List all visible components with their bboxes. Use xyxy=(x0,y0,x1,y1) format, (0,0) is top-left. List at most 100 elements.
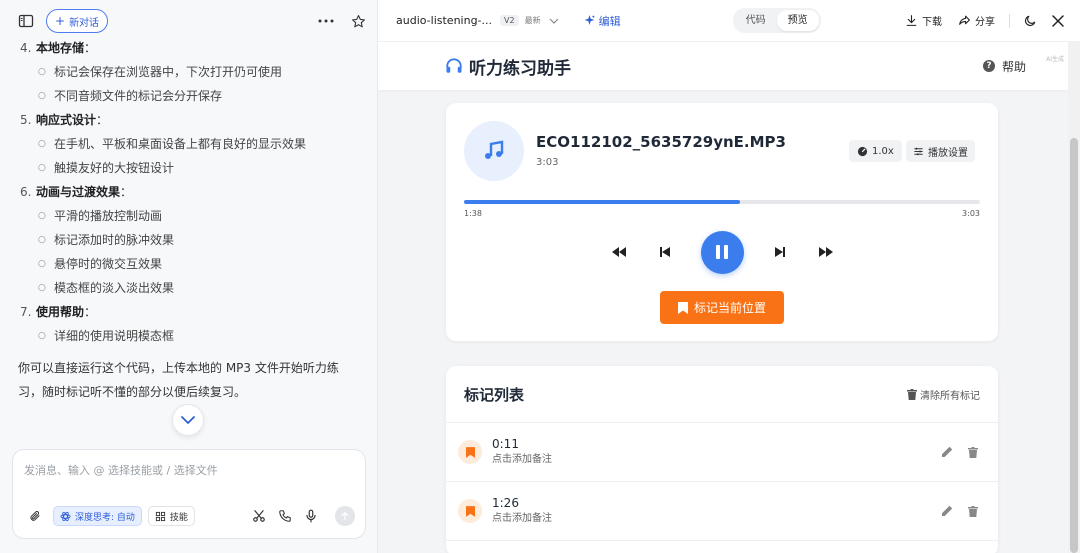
tab-preview[interactable]: 预览 xyxy=(776,10,819,31)
chevron-down-icon[interactable] xyxy=(549,18,559,24)
grid-icon xyxy=(155,511,165,521)
rewind-button[interactable] xyxy=(609,242,629,262)
mark-note[interactable]: 点击添加备注 xyxy=(492,452,928,468)
moon-icon[interactable] xyxy=(1022,13,1038,29)
message-composer[interactable]: 发消息、输入 @ 选择技能或 / 选择文件 深度思考: 自动 技能 xyxy=(12,449,366,539)
pencil-icon[interactable] xyxy=(940,504,954,518)
download-icon xyxy=(906,15,917,26)
list-subitem: ○ 悬停时的微交互效果 xyxy=(0,252,378,276)
trash-icon[interactable] xyxy=(966,445,980,459)
progress-bar[interactable] xyxy=(464,200,980,204)
mark-time[interactable]: 1:26 xyxy=(492,495,928,511)
current-time: 1:38 xyxy=(464,209,482,218)
help-label: 帮助 xyxy=(1001,59,1026,74)
previous-button[interactable] xyxy=(655,242,675,262)
close-icon[interactable] xyxy=(1050,13,1066,29)
mark-time[interactable]: 0:11 xyxy=(492,436,928,452)
playback-settings-button[interactable]: 播放设置 xyxy=(906,140,975,162)
list-subitem-text: 模态框的淡入淡出效果 xyxy=(54,281,175,295)
bullet-icon: ○ xyxy=(38,259,46,269)
share-button[interactable]: 分享 xyxy=(958,13,995,28)
edit-label: 编辑 xyxy=(598,14,621,28)
plus-icon: + xyxy=(55,14,66,28)
list-title: 使用帮助 xyxy=(36,305,85,319)
list-item: 5. 响应式设计： xyxy=(0,108,378,132)
skip-forward-icon xyxy=(774,247,785,257)
preview-scrollbar[interactable] xyxy=(1068,42,1080,553)
skip-back-icon xyxy=(659,247,670,257)
atom-icon xyxy=(60,511,71,521)
skill-label: 技能 xyxy=(169,512,188,523)
colon: ： xyxy=(84,41,97,55)
chat-panel: + 新对话 4. 本地存储： ○ 标记会保存在浏览器中，下次打开仍可使用 ○ 不同音频… xyxy=(0,0,378,553)
album-art xyxy=(464,121,524,181)
mark-info: 1:26 点击添加备注 xyxy=(492,495,928,527)
trash-icon xyxy=(907,388,917,400)
phone-icon[interactable] xyxy=(277,508,293,524)
fast-forward-button[interactable] xyxy=(816,242,836,262)
track-duration: 3:03 xyxy=(536,157,559,168)
list-number: 6. xyxy=(20,185,32,199)
list-title: 动画与过渡效果 xyxy=(36,185,121,199)
composer-toolbar: 深度思考: 自动 技能 xyxy=(23,505,355,527)
sparkle-icon xyxy=(584,15,595,25)
marks-header: 标记列表 清除所有标记 xyxy=(446,366,998,423)
list-subitem: ○ 模态框的淡入淡出效果 xyxy=(0,276,378,300)
scrollbar-thumb[interactable] xyxy=(1070,138,1078,553)
feature-list: 4. 本地存储： ○ 标记会保存在浏览器中，下次打开仍可使用 ○ 不同音频文件的标记会… xyxy=(0,36,378,348)
edit-button[interactable]: 编辑 xyxy=(583,13,621,29)
star-icon[interactable] xyxy=(349,12,367,30)
attach-button[interactable] xyxy=(23,506,47,526)
ai-generated-tag: AI生成 xyxy=(1046,56,1064,63)
new-chat-button[interactable]: + 新对话 xyxy=(46,9,109,33)
playback-controls xyxy=(446,230,998,274)
list-subitem-text: 悬停时的微交互效果 xyxy=(54,257,163,271)
file-name[interactable]: audio-listening-... xyxy=(396,14,492,27)
bullet-icon: ○ xyxy=(38,67,46,77)
composer-placeholder[interactable]: 发消息、输入 @ 选择技能或 / 选择文件 xyxy=(24,462,218,478)
app-window: + 新对话 4. 本地存储： ○ 标记会保存在浏览器中，下次打开仍可使用 ○ 不同音频… xyxy=(0,0,1080,553)
player-card: ECO112102_5635729ynE.MP3 3:03 1.0x 播放设置 … xyxy=(446,103,998,341)
mark-note[interactable]: 点击添加备注 xyxy=(492,511,928,527)
speed-button[interactable]: 1.0x xyxy=(849,140,902,162)
scroll-down-button[interactable] xyxy=(172,404,204,436)
message-paragraph: 你可以直接运行这个代码，上传本地的 MP3 文件开始听力练习，随时标记听不懂的部… xyxy=(18,361,339,399)
question-icon: ? xyxy=(982,60,995,72)
latest-label: 最新 xyxy=(524,16,541,25)
deep-think-label: 深度思考: 自动 xyxy=(75,512,135,523)
sidebar-toggle-icon[interactable] xyxy=(18,13,34,29)
send-button[interactable] xyxy=(335,506,355,526)
pencil-icon[interactable] xyxy=(940,445,954,459)
progress-fill xyxy=(464,200,741,204)
chevron-down-icon xyxy=(181,416,195,424)
bullet-icon: ○ xyxy=(38,235,46,245)
list-item: 7. 使用帮助： xyxy=(0,300,378,324)
trash-icon[interactable] xyxy=(966,504,980,518)
list-subitem-text: 触摸友好的大按钮设计 xyxy=(54,161,175,175)
arrow-up-icon xyxy=(341,512,349,520)
clear-marks-label: 清除所有标记 xyxy=(920,390,980,402)
pause-button[interactable] xyxy=(700,230,744,274)
clear-marks-button[interactable]: 清除所有标记 xyxy=(907,387,980,402)
scissors-icon[interactable] xyxy=(251,508,267,524)
preview-area: 听力练习助手 ? 帮助 AI生成 ECO112102_5635729ynE.MP… xyxy=(378,42,1068,553)
sliders-icon xyxy=(914,147,923,155)
list-subitem: ○ 在手机、平板和桌面设备上都有良好的显示效果 xyxy=(0,132,378,156)
marks-title: 标记列表 xyxy=(464,385,525,404)
mark-position-button[interactable]: 标记当前位置 xyxy=(660,291,784,324)
deep-think-toggle[interactable]: 深度思考: 自动 xyxy=(53,506,142,526)
artifact-panel: audio-listening-... V2 最新 编辑 代码 预览 下载 分享 xyxy=(378,0,1080,553)
mark-row[interactable]: 1:26 点击添加备注 xyxy=(446,482,998,541)
next-button[interactable] xyxy=(770,242,790,262)
skill-button[interactable]: 技能 xyxy=(147,506,195,526)
more-icon[interactable] xyxy=(317,12,335,30)
download-button[interactable]: 下载 xyxy=(905,13,942,28)
help-button[interactable]: ? 帮助 xyxy=(982,58,1026,75)
list-subitem-text: 详细的使用说明模态框 xyxy=(54,329,175,343)
tab-code[interactable]: 代码 xyxy=(735,10,777,31)
list-subitem-text: 在手机、平板和桌面设备上都有良好的显示效果 xyxy=(54,137,307,151)
mark-row[interactable]: 0:11 点击添加备注 xyxy=(446,423,998,482)
share-icon xyxy=(959,15,970,25)
track-name: ECO112102_5635729ynE.MP3 xyxy=(536,133,786,151)
microphone-icon[interactable] xyxy=(303,508,319,524)
